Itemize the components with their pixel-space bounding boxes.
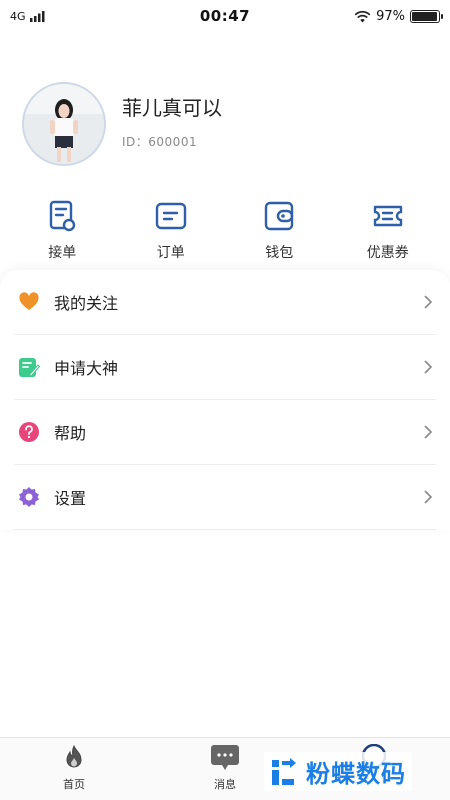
settings-icon [19, 487, 39, 507]
tab-messages[interactable]: 消息 [195, 744, 255, 792]
receipt-icon [50, 200, 76, 232]
menu-item-label: 申请大神 [54, 359, 119, 378]
tab-home[interactable]: 首页 [44, 744, 104, 792]
avatar-photo [24, 84, 104, 164]
chevron-right-icon [424, 360, 433, 374]
quick-action-label: 钱包 [265, 245, 294, 261]
quick-action-wallet[interactable]: 钱包 [239, 198, 319, 262]
chevron-right-icon [424, 490, 433, 504]
help-icon [19, 422, 39, 442]
quick-action-orders[interactable]: 订单 [131, 198, 211, 262]
quick-action-label: 接单 [48, 245, 77, 261]
watermark-text: 粉蝶数码 [306, 760, 406, 788]
status-bar: 4G 00:47 97% [0, 0, 450, 32]
wallet-icon [265, 201, 294, 231]
quick-action-label: 优惠券 [366, 245, 409, 261]
coupon-icon [373, 205, 402, 227]
profile-info: 菲儿真可以 ID：600001 [122, 96, 222, 150]
menu-item-following[interactable]: 我的关注 [14, 270, 436, 335]
profile-header[interactable]: 菲儿真可以 ID：600001 [22, 82, 222, 166]
quick-actions: 接单 订单 钱包 优惠券 [0, 198, 450, 262]
menu-item-help[interactable]: 帮助 [14, 400, 436, 465]
edit-note-icon [19, 358, 40, 377]
quick-action-coupons[interactable]: 优惠券 [348, 198, 428, 262]
watermark-logo-icon [272, 757, 296, 785]
quick-action-label: 订单 [156, 245, 185, 261]
avatar[interactable] [22, 82, 106, 166]
battery-level [412, 11, 438, 21]
heart-icon [19, 292, 39, 310]
chevron-right-icon [424, 295, 433, 309]
watermark: 粉蝶数码 [264, 752, 412, 791]
flame-icon [66, 744, 82, 768]
order-icon [155, 202, 186, 230]
user-id: ID：600001 [122, 135, 198, 149]
message-icon [211, 745, 239, 770]
tab-label: 消息 [214, 778, 236, 791]
nickname: 菲儿真可以 [122, 96, 222, 120]
menu-item-settings[interactable]: 设置 [14, 465, 436, 530]
menu-item-label: 设置 [54, 489, 87, 508]
menu-item-apply-master[interactable]: 申请大神 [14, 335, 436, 400]
menu-item-label: 我的关注 [54, 294, 119, 313]
tab-label: 首页 [63, 778, 85, 791]
menu-list: 我的关注 申请大神 帮助 设置 [0, 270, 450, 530]
battery-icon [410, 9, 443, 23]
chevron-right-icon [424, 425, 433, 439]
clock: 00:47 [199, 7, 251, 25]
quick-action-accept-orders[interactable]: 接单 [22, 198, 102, 262]
menu-item-label: 帮助 [54, 424, 87, 443]
